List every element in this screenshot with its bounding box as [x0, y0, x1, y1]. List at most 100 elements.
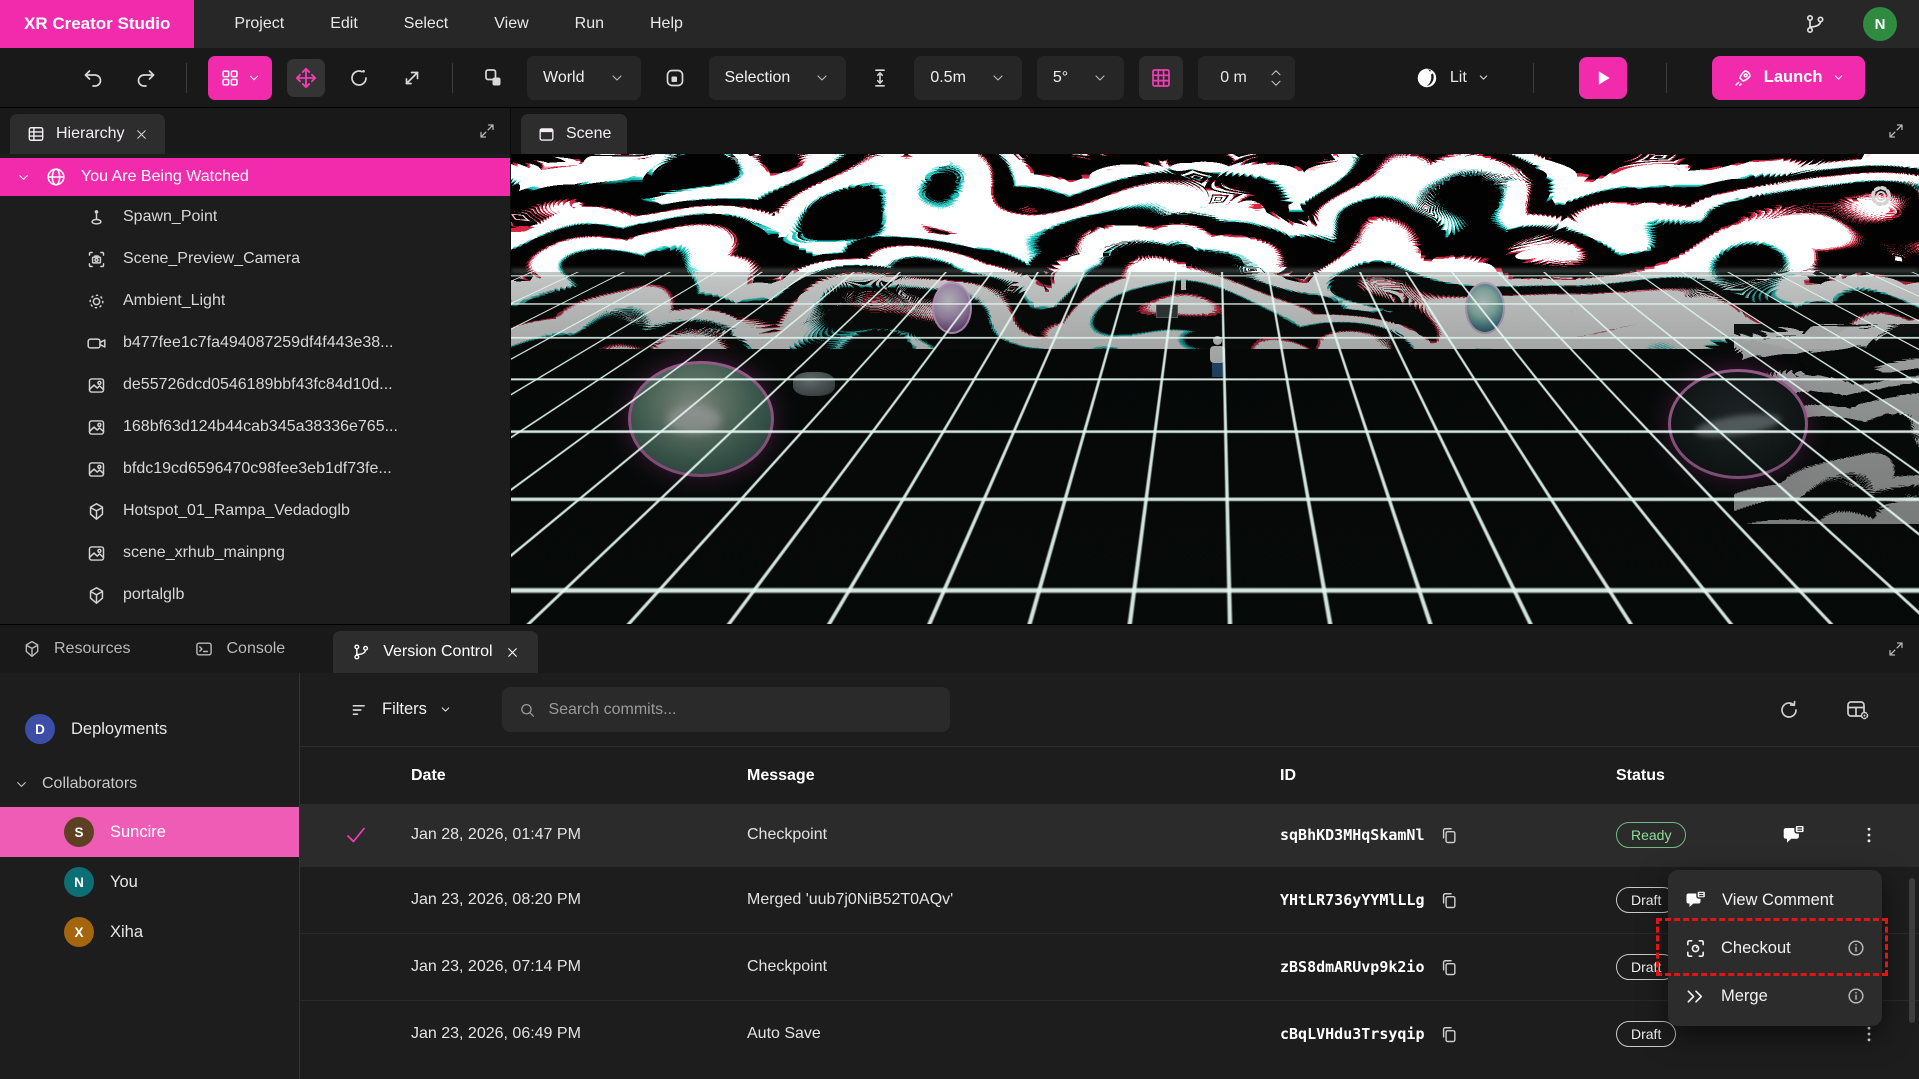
xr-creator-studio-window: XR Creator Studio Project Edit Select Vi…	[0, 0, 1919, 1079]
play-button[interactable]	[1579, 57, 1627, 99]
redo-button[interactable]	[127, 59, 165, 97]
hierarchy-item-image-3[interactable]: bfdc19cd6596470c98fee3eb1df73fe...	[0, 448, 510, 490]
column-header-date[interactable]: Date	[411, 767, 747, 785]
collaborator-you[interactable]: N You	[0, 857, 299, 907]
app-brand[interactable]: XR Creator Studio	[0, 0, 194, 48]
portal-ship-right[interactable]	[1668, 369, 1808, 479]
pivot-mode-button[interactable]	[656, 59, 694, 97]
commit-message: Checkpoint	[747, 958, 1280, 976]
layout-grid-dropdown-button[interactable]	[208, 56, 272, 100]
model-3d-icon	[86, 585, 107, 606]
commit-id: sqBhKD3MHqSkamNl	[1280, 826, 1425, 844]
scrollbar-thumb[interactable]	[1909, 878, 1915, 1023]
hierarchy-item-preview-camera[interactable]: Scene_Preview_Camera	[0, 238, 510, 280]
play-icon	[1593, 68, 1613, 88]
collaborator-avatar: N	[64, 867, 94, 897]
menu-item-view-comment[interactable]: View Comment	[1668, 876, 1882, 924]
table-settings-icon[interactable]	[1845, 697, 1871, 723]
hierarchy-item-hotspot-model[interactable]: Hotspot_01_Rampa_Vedadoglb	[0, 490, 510, 532]
collaborator-suncire[interactable]: S Suncire	[0, 807, 299, 857]
menu-item-merge[interactable]: Merge	[1668, 972, 1882, 1020]
rotation-snap-select[interactable]: 5°	[1037, 56, 1124, 100]
copy-id-icon[interactable]	[1439, 1024, 1459, 1044]
hierarchy-item-spawn-point[interactable]: Spawn_Point	[0, 196, 510, 238]
column-header-id[interactable]: ID	[1280, 767, 1616, 785]
hierarchy-panel: Hierarchy You Are Being Watched Spawn_Po…	[0, 108, 511, 624]
commits-table-header: Date Message ID Status	[300, 746, 1919, 804]
menu-view[interactable]: View	[494, 15, 528, 33]
kebab-menu-icon[interactable]	[1859, 1024, 1879, 1044]
collaborators-group-header[interactable]: Collaborators	[0, 761, 299, 807]
grid-size-select[interactable]: 0.5m	[914, 56, 1022, 100]
commit-message: Auto Save	[747, 1025, 1280, 1043]
rock-object[interactable]	[793, 372, 835, 396]
search-commits-box[interactable]	[502, 687, 950, 732]
elevation-stepper[interactable]: 0 m	[1198, 56, 1295, 100]
toolbar-divider	[452, 63, 453, 93]
chevron-down-icon	[247, 71, 261, 85]
close-icon[interactable]	[505, 645, 520, 660]
rotate-tool-button[interactable]	[340, 59, 378, 97]
viewport-settings-gear-icon[interactable]	[1867, 182, 1895, 210]
tab-console[interactable]: Console	[194, 639, 285, 659]
tab-version-control[interactable]: Version Control	[333, 631, 537, 673]
menu-help[interactable]: Help	[650, 15, 683, 33]
menu-run[interactable]: Run	[575, 15, 604, 33]
shading-mode-select[interactable]: Lit	[1414, 65, 1490, 91]
expand-panel-icon[interactable]	[1887, 640, 1905, 658]
hierarchy-item-video[interactable]: b477fee1c7fa494087259df4f443e38...	[0, 322, 510, 364]
chevron-down-icon	[439, 703, 452, 716]
collaborator-xiha[interactable]: X Xiha	[0, 907, 299, 957]
duplicate-icon-button[interactable]	[474, 59, 512, 97]
comment-icon[interactable]	[1781, 822, 1807, 848]
hierarchy-item-scene-image[interactable]: scene_xrhub_mainpng	[0, 532, 510, 574]
expand-panel-icon[interactable]	[478, 122, 496, 140]
refresh-icon[interactable]	[1777, 698, 1801, 722]
snap-height-icon[interactable]	[861, 59, 899, 97]
info-icon[interactable]	[1846, 938, 1866, 958]
light-icon	[86, 291, 107, 312]
launch-button[interactable]: Launch	[1712, 56, 1866, 100]
close-icon[interactable]	[134, 127, 149, 142]
search-commits-input[interactable]	[548, 701, 933, 719]
copy-id-icon[interactable]	[1439, 890, 1459, 910]
menu-project[interactable]: Project	[234, 15, 284, 33]
user-avatar[interactable]: N	[1863, 7, 1897, 41]
menu-edit[interactable]: Edit	[330, 15, 358, 33]
tab-hierarchy[interactable]: Hierarchy	[10, 114, 165, 154]
scale-tool-button[interactable]	[393, 59, 431, 97]
column-header-message[interactable]: Message	[747, 767, 1280, 785]
tab-scene[interactable]: Scene	[521, 114, 627, 154]
copy-id-icon[interactable]	[1439, 825, 1459, 845]
tab-resources[interactable]: Resources	[22, 639, 130, 659]
hierarchy-item-portal-model[interactable]: portalglb	[0, 574, 510, 616]
hierarchy-root-node[interactable]: You Are Being Watched	[0, 158, 510, 196]
copy-id-icon[interactable]	[1439, 957, 1459, 977]
hierarchy-item-image-2[interactable]: 168bf63d124b44cab345a38336e765...	[0, 406, 510, 448]
menu-item-checkout[interactable]: Checkout	[1668, 924, 1882, 972]
info-icon[interactable]	[1846, 986, 1866, 1006]
pivot-target-select[interactable]: Selection	[709, 56, 847, 100]
commit-row[interactable]: Jan 28, 2026, 01:47 PM Checkpoint sqBhKD…	[300, 804, 1919, 866]
transform-space-select[interactable]: World	[527, 56, 641, 100]
filters-button[interactable]: Filters	[350, 700, 452, 720]
move-tool-button[interactable]	[287, 59, 325, 97]
portal-sphere-left[interactable]	[932, 282, 972, 334]
kebab-menu-icon[interactable]	[1859, 825, 1879, 845]
camera-focus-icon	[86, 249, 107, 270]
grid-toggle-button[interactable]	[1139, 56, 1183, 100]
column-header-status[interactable]: Status	[1616, 767, 1766, 785]
hierarchy-item-ambient-light[interactable]: Ambient_Light	[0, 280, 510, 322]
version-control-branch-icon[interactable]	[1803, 12, 1827, 36]
player-avatar-figure[interactable]	[1209, 336, 1225, 380]
menu-select[interactable]: Select	[404, 15, 448, 33]
portal-sphere-right[interactable]	[1465, 282, 1505, 334]
expand-panel-icon[interactable]	[1887, 122, 1905, 140]
sidebar-item-deployments[interactable]: D Deployments	[0, 705, 299, 753]
chevron-down-icon[interactable]	[16, 170, 31, 185]
3d-viewport[interactable]	[511, 154, 1919, 624]
chevron-down-icon	[609, 70, 625, 86]
portal-aerial-left[interactable]	[628, 361, 774, 477]
undo-button[interactable]	[74, 59, 112, 97]
hierarchy-item-image-1[interactable]: de55726dcd0546189bbf43fc84d10d...	[0, 364, 510, 406]
